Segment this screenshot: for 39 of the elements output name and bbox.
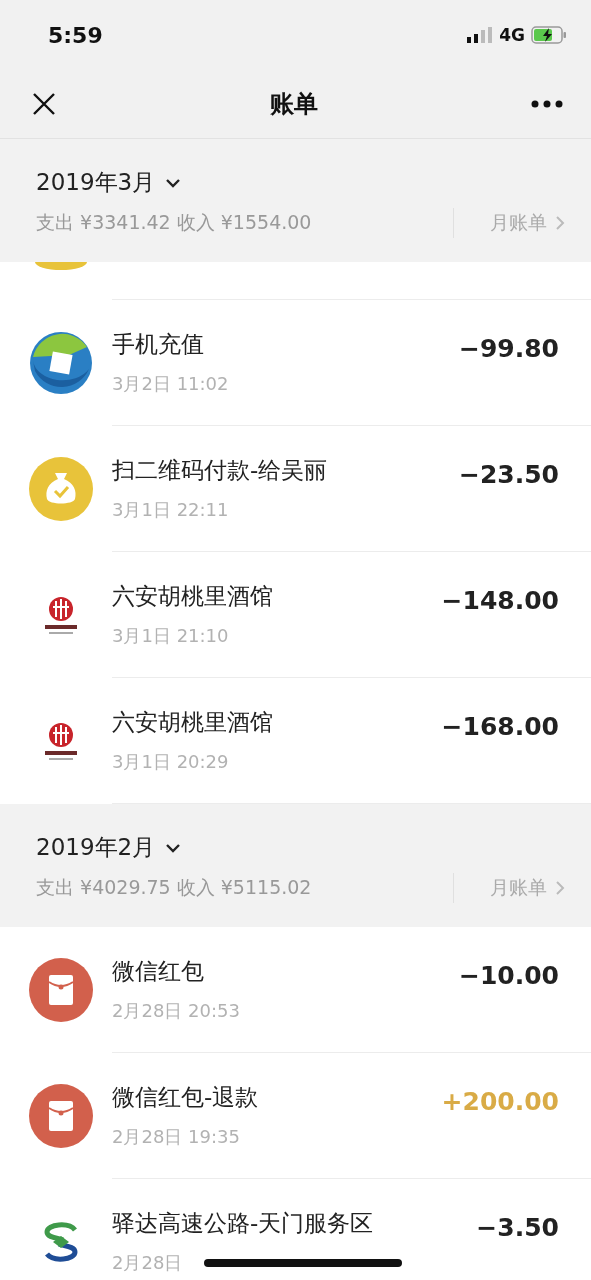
transaction-date: 2月28日 19:35: [112, 1125, 240, 1149]
transaction-date: 3月2日 11:02: [112, 372, 229, 396]
transaction-title: 手机充值: [112, 330, 204, 359]
transaction-amount: −148.00: [441, 586, 559, 615]
transaction-date: 2月28日 20:53: [112, 999, 240, 1023]
transaction-title: 微信红包-退款: [112, 1083, 259, 1112]
transaction-title: 扫二维码付款-给吴丽: [112, 456, 328, 485]
chevron-down-icon[interactable]: [165, 177, 182, 188]
network-label: 4G: [499, 25, 525, 45]
month-summary: 支出 ¥4029.75 收入 ¥5115.02: [36, 875, 313, 900]
more-icon[interactable]: [531, 100, 563, 108]
transaction-amount: +200.00: [441, 1087, 559, 1116]
sphere-logo-icon: [29, 331, 93, 395]
transaction-date: 3月1日 22:11: [112, 498, 229, 522]
envelope-icon: [29, 1084, 93, 1148]
signal-icon: [467, 27, 494, 43]
transaction-amount: −23.50: [458, 460, 559, 489]
transaction-date: 3月1日 21:10: [112, 624, 229, 648]
month-selector[interactable]: 2019年3月: [36, 167, 156, 198]
transaction-amount: −99.80: [458, 334, 559, 363]
transaction-amount: −3.50: [476, 1213, 559, 1242]
transaction-title: 六安胡桃里酒馆: [112, 582, 273, 611]
transaction-title: 驿达高速公路-天门服务区: [112, 1209, 374, 1238]
transaction-date: 3月1日 20:29: [112, 750, 229, 774]
transaction-amount: −168.00: [441, 712, 559, 741]
page-title: 账单: [269, 89, 318, 120]
transaction-date: 2月28日: [112, 1251, 183, 1275]
coin-icon: [35, 262, 87, 270]
transaction-title: 微信红包: [112, 957, 204, 986]
transaction-title: 六安胡桃里酒馆: [112, 708, 273, 737]
status-time: 5:59: [48, 22, 103, 48]
transaction-amount: −10.00: [458, 961, 559, 990]
close-icon[interactable]: [32, 92, 56, 116]
battery-icon: [531, 26, 567, 44]
chevron-down-icon[interactable]: [165, 842, 182, 853]
month-selector[interactable]: 2019年2月: [36, 832, 156, 863]
money-bag-icon: [29, 457, 93, 521]
envelope-icon: [29, 958, 93, 1022]
month-summary: 支出 ¥3341.42 收入 ¥1554.00: [36, 210, 313, 235]
